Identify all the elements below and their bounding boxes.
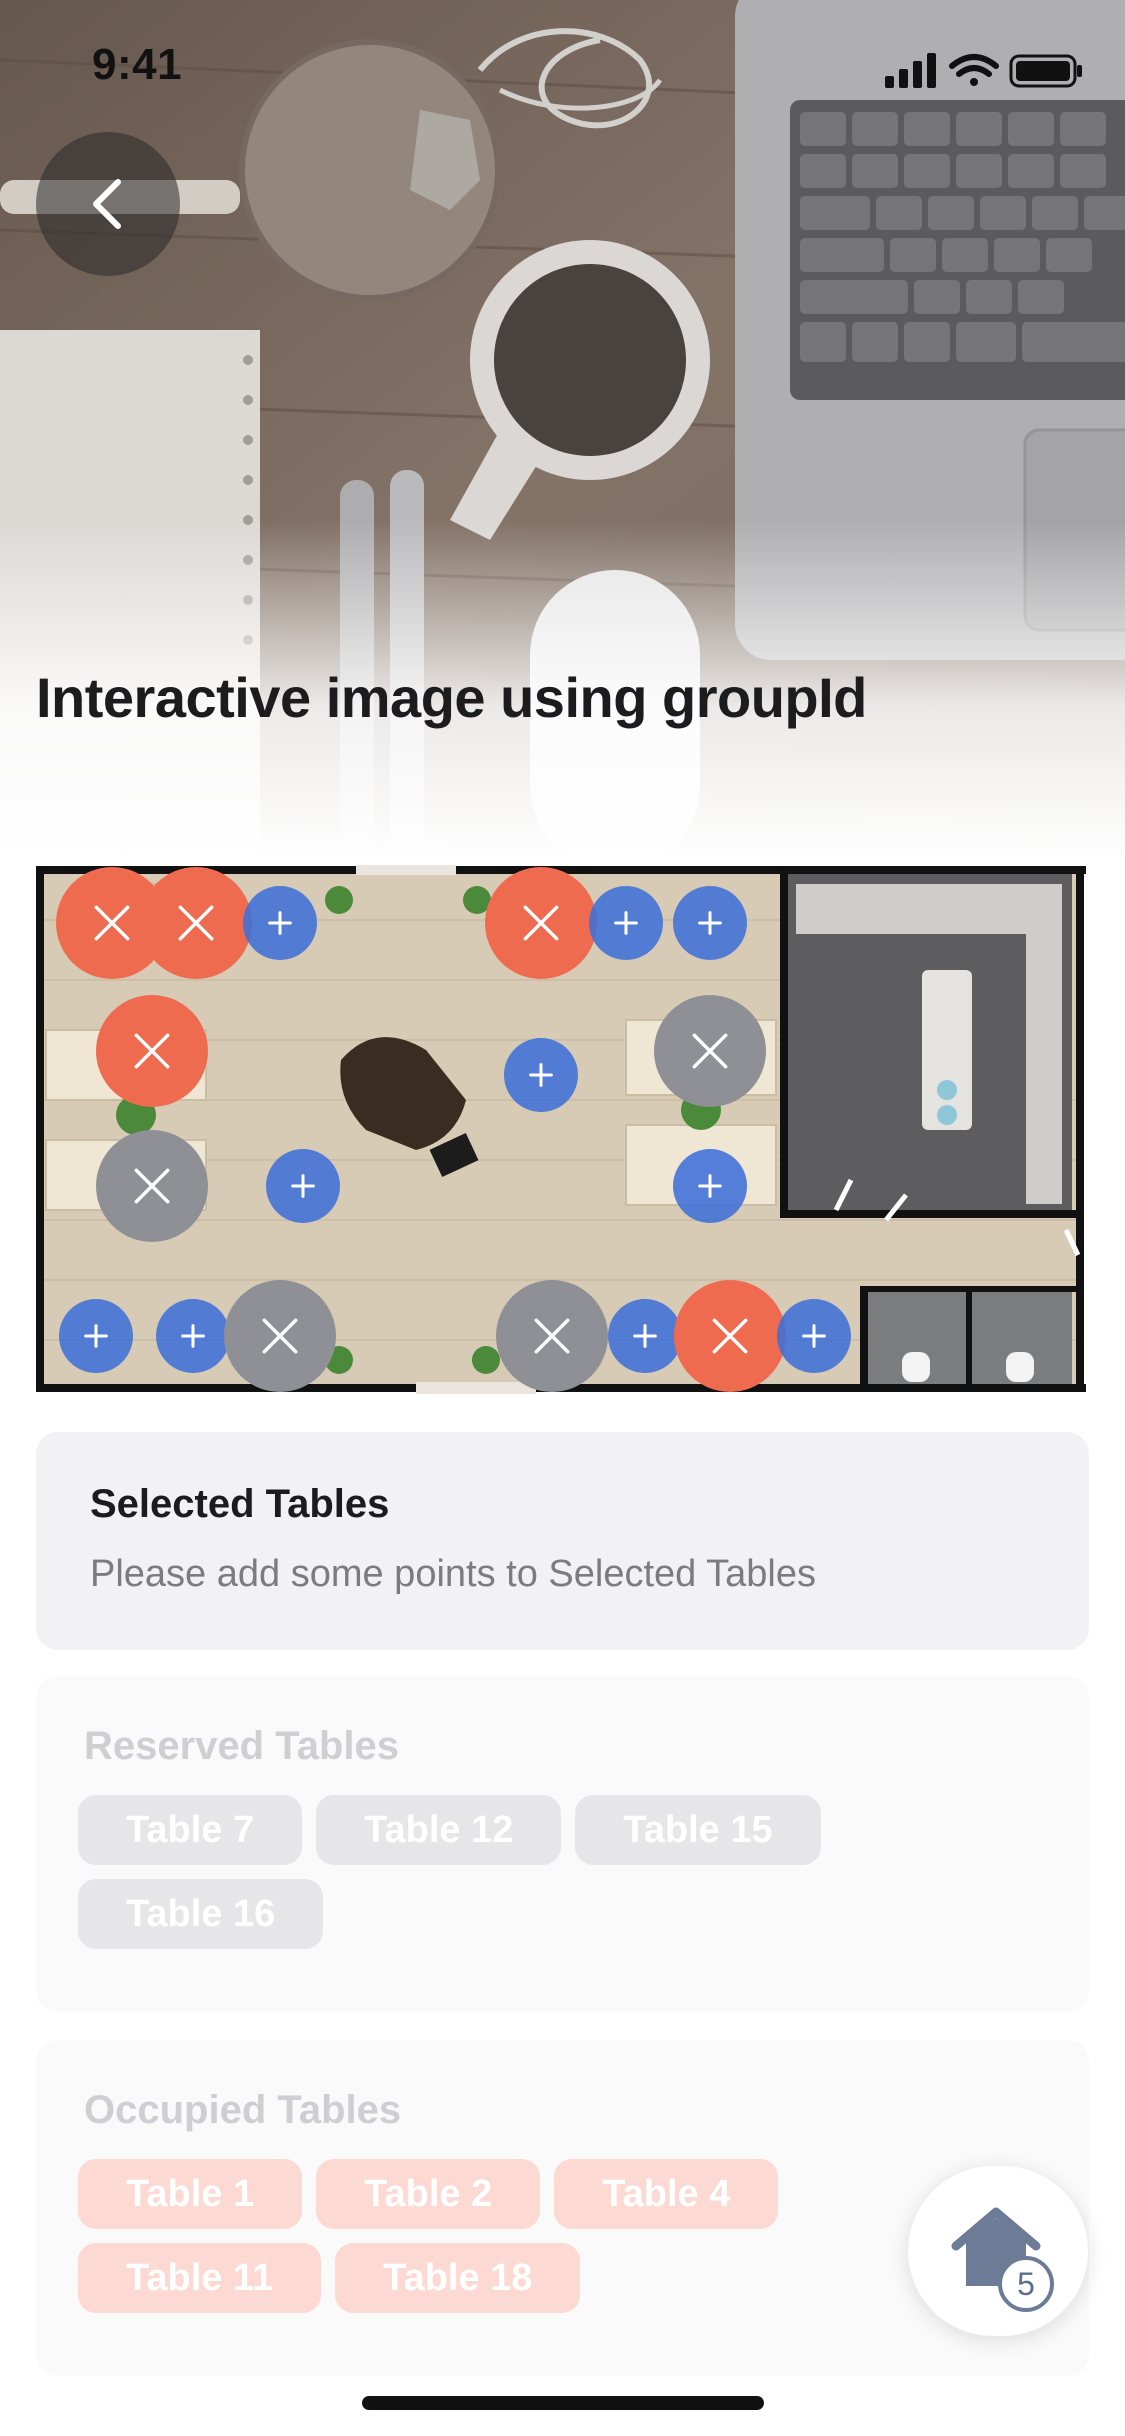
home-button[interactable]: 5: [908, 2166, 1088, 2336]
table-marker-reserved[interactable]: [96, 1130, 209, 1242]
floor-plan: [36, 860, 1086, 1400]
plus-icon: [503, 1038, 578, 1112]
selected-tables-card: Selected Tables Please add some points t…: [36, 1432, 1089, 1650]
close-icon: [223, 1280, 336, 1392]
close-icon: [674, 1280, 787, 1392]
status-time: 9:41: [92, 40, 183, 89]
occupied-table-chip[interactable]: Table 4: [554, 2159, 779, 2229]
home-indicator: [362, 2396, 764, 2410]
table-marker-available[interactable]: [607, 1299, 682, 1373]
table-marker-available[interactable]: [673, 1149, 748, 1223]
table-marker-available[interactable]: [242, 886, 317, 960]
plus-icon: [607, 1299, 682, 1373]
status-icons: [885, 53, 1082, 88]
selected-tables-empty-message: Please add some points to Selected Table…: [90, 1553, 816, 1595]
plus-icon: [242, 886, 317, 960]
table-marker-occupied[interactable]: [484, 867, 597, 979]
reserved-tables-card: Reserved Tables Table 7 Table 12 Table 1…: [36, 1676, 1089, 2012]
selected-tables-title: Selected Tables: [90, 1482, 390, 1526]
plus-icon: [777, 1299, 852, 1373]
table-marker-reserved[interactable]: [654, 995, 767, 1107]
plus-icon: [673, 886, 748, 960]
table-marker-reserved[interactable]: [223, 1280, 336, 1392]
occupied-table-chip[interactable]: Table 11: [78, 2243, 322, 2313]
reserved-tables-title: Reserved Tables: [84, 1724, 399, 1768]
plus-icon: [589, 886, 664, 960]
plus-icon: [59, 1299, 134, 1373]
table-marker-available[interactable]: [59, 1299, 134, 1373]
occupied-table-chip[interactable]: Table 1: [78, 2159, 303, 2229]
home-badge: 5: [998, 2256, 1054, 2312]
table-marker-available[interactable]: [589, 886, 664, 960]
chevron-left-icon: [93, 179, 121, 229]
plus-icon: [266, 1149, 340, 1223]
reserved-tables-list: Table 7 Table 12 Table 15 Table 16: [78, 1795, 838, 1949]
reserved-table-chip[interactable]: Table 16: [78, 1879, 324, 1949]
close-icon: [495, 1280, 608, 1392]
table-marker-available[interactable]: [777, 1299, 852, 1373]
table-marker-reserved[interactable]: [495, 1280, 608, 1392]
reserved-table-chip[interactable]: Table 12: [316, 1795, 562, 1865]
occupied-tables-title: Occupied Tables: [84, 2088, 402, 2132]
reserved-table-chip[interactable]: Table 15: [575, 1795, 821, 1865]
hero-header: 9:41 Interactive image using groupId: [0, 0, 1125, 860]
table-marker-available[interactable]: [673, 886, 748, 960]
battery-icon: [1009, 54, 1082, 88]
signal-icon: [885, 53, 936, 88]
close-icon: [654, 995, 767, 1107]
table-marker-available[interactable]: [266, 1149, 340, 1223]
back-button[interactable]: [36, 132, 180, 276]
plus-icon: [155, 1299, 230, 1373]
close-icon: [96, 1130, 209, 1242]
page-title: Interactive image using groupId: [36, 666, 867, 729]
occupied-table-chip[interactable]: Table 2: [316, 2159, 541, 2229]
close-icon: [484, 867, 597, 979]
reserved-table-chip[interactable]: Table 7: [78, 1795, 303, 1865]
occupied-tables-list: Table 1 Table 2 Table 4 Table 11 Table 1…: [78, 2159, 838, 2313]
occupied-table-chip[interactable]: Table 18: [335, 2243, 581, 2313]
table-marker-available[interactable]: [503, 1038, 578, 1112]
close-icon: [139, 867, 252, 979]
close-icon: [96, 995, 209, 1107]
table-marker-occupied[interactable]: [96, 995, 209, 1107]
plus-icon: [673, 1149, 748, 1223]
wifi-icon: [949, 54, 999, 86]
table-marker-occupied[interactable]: [139, 867, 252, 979]
table-marker-occupied[interactable]: [674, 1280, 787, 1392]
table-marker-available[interactable]: [155, 1299, 230, 1373]
